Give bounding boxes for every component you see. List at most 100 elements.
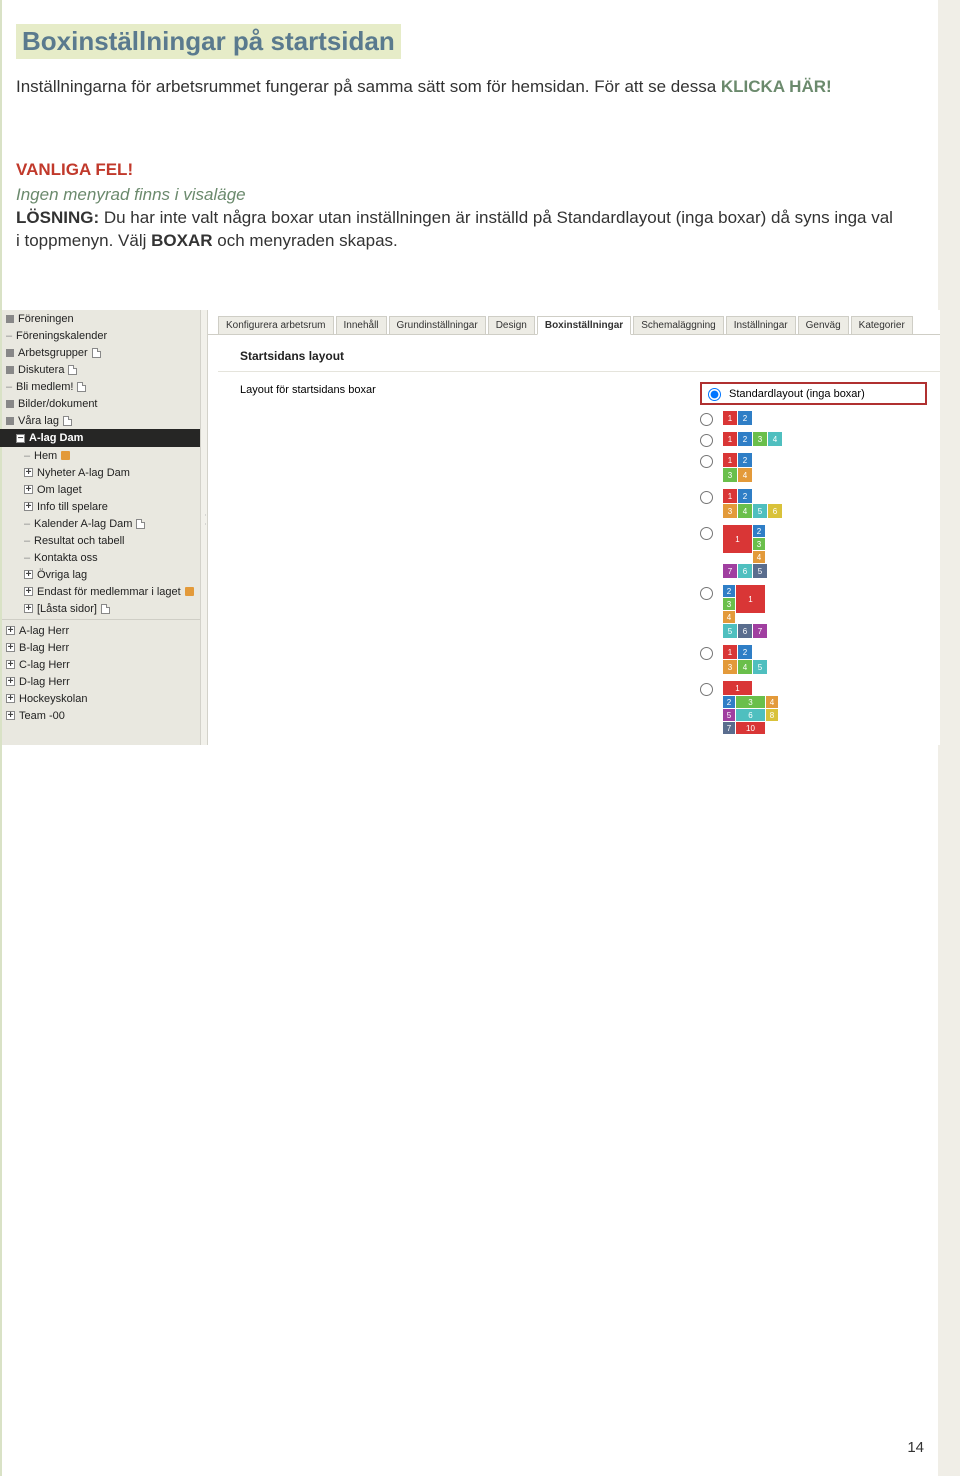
sidebar-item[interactable]: Arbetsgrupper: [2, 344, 200, 361]
layout-option-standard[interactable]: Standardlayout (inga boxar): [700, 382, 927, 405]
tab-grundinställningar[interactable]: Grundinställningar: [389, 316, 486, 335]
sidebar-item-label: Team -00: [19, 710, 65, 722]
expand-icon[interactable]: +: [24, 570, 33, 579]
sidebar-item[interactable]: + Endast för medlemmar i laget: [2, 583, 200, 600]
losning-text-2: och menyraden skapas.: [213, 231, 398, 250]
expand-icon[interactable]: +: [24, 485, 33, 494]
tab-schemaläggning[interactable]: Schemaläggning: [633, 316, 724, 335]
sidebar-item-label: [Låsta sidor]: [37, 603, 97, 615]
content-area: Konfigurera arbetsrumInnehållGrundinstäl…: [208, 310, 940, 745]
sidebar-item[interactable]: Bilder/dokument: [2, 395, 200, 412]
layout-preview-3: 12 34: [723, 453, 752, 483]
layout-preview-2: 1234: [723, 432, 782, 447]
sidebar-item[interactable]: +Hockeyskolan: [2, 690, 200, 707]
layout-option-1[interactable]: 12: [700, 411, 927, 426]
sidebar-item-label: Bli medlem!: [16, 381, 73, 393]
radio-layout-2[interactable]: [700, 434, 713, 447]
radio-layout-8[interactable]: [700, 683, 713, 696]
split-divider[interactable]: ⋮⋮: [200, 310, 208, 745]
tab-innehåll[interactable]: Innehåll: [336, 316, 387, 335]
klicka-link[interactable]: KLICKA HÄR!: [721, 77, 832, 96]
sidebar-item-label: Hem: [34, 450, 57, 462]
sidebar-item[interactable]: –Kalender A-lag Dam: [2, 515, 200, 532]
tab-konfigurera-arbetsrum[interactable]: Konfigurera arbetsrum: [218, 316, 334, 335]
intro-text: Inställningarna för arbetsrummet fungera…: [16, 77, 721, 96]
sidebar-item[interactable]: Våra lag: [2, 412, 200, 429]
layout-option-6[interactable]: 234 1 567: [700, 585, 927, 639]
sidebar-item[interactable]: +Info till spelare: [2, 498, 200, 515]
tab-inställningar[interactable]: Inställningar: [726, 316, 796, 335]
sidebar-item[interactable]: +Övriga lag: [2, 566, 200, 583]
sidebar-item[interactable]: –Resultat och tabell: [2, 532, 200, 549]
flag-icon: [185, 587, 194, 596]
radio-layout-3[interactable]: [700, 455, 713, 468]
sidebar-item[interactable]: + B-lag Herr: [2, 639, 200, 656]
document-icon: [77, 382, 86, 392]
radio-layout-5[interactable]: [700, 527, 713, 540]
sidebar-item-label: B-lag Herr: [19, 642, 69, 654]
expand-icon[interactable]: +: [6, 677, 15, 686]
losning-label: LÖSNING:: [16, 208, 104, 227]
layout-option-8[interactable]: 1 234 568 710: [700, 681, 927, 735]
layout-option-5[interactable]: 1 234 765: [700, 525, 927, 579]
sidebar-item[interactable]: –Hem: [2, 447, 200, 464]
expand-icon[interactable]: +: [6, 626, 15, 635]
sidebar-item[interactable]: Diskutera: [2, 361, 200, 378]
sidebar-item[interactable]: + [Låsta sidor]: [2, 600, 200, 617]
layout-options: Standardlayout (inga boxar) 12 1234: [700, 382, 927, 735]
expand-icon[interactable]: +: [24, 502, 33, 511]
layout-option-7[interactable]: 12 345: [700, 645, 927, 675]
radio-layout-4[interactable]: [700, 491, 713, 504]
sidebar-item[interactable]: Föreningen: [2, 310, 200, 327]
sidebar-item[interactable]: –Bli medlem!: [2, 378, 200, 395]
sidebar-item[interactable]: –Föreningskalender: [2, 327, 200, 344]
expand-icon[interactable]: +: [6, 643, 15, 652]
tab-design[interactable]: Design: [488, 316, 535, 335]
bullet-icon: [6, 417, 14, 425]
sidebar-item-selected[interactable]: −A-lag Dam: [0, 429, 200, 447]
bullet-icon: [6, 400, 14, 408]
radio-standard[interactable]: [708, 388, 721, 401]
sidebar-item-label: Kalender A-lag Dam: [34, 518, 132, 530]
sidebar-item[interactable]: +Nyheter A-lag Dam: [2, 464, 200, 481]
sidebar-item-label: Endast för medlemmar i laget: [37, 586, 181, 598]
bullet-icon: [6, 315, 14, 323]
sidebar-item[interactable]: +A-lag Herr: [2, 622, 200, 639]
tab-genväg[interactable]: Genväg: [798, 316, 849, 335]
layout-option-4[interactable]: 12 3456: [700, 489, 927, 519]
radio-layout-6[interactable]: [700, 587, 713, 600]
form-label: Layout för startsidans boxar: [240, 382, 520, 735]
layout-preview-8: 1 234 568 710: [723, 681, 778, 735]
sidebar-item[interactable]: –Kontakta oss: [2, 549, 200, 566]
layout-option-2[interactable]: 1234: [700, 432, 927, 447]
expand-icon[interactable]: +: [6, 660, 15, 669]
radio-layout-7[interactable]: [700, 647, 713, 660]
document-icon: [68, 365, 77, 375]
expand-icon[interactable]: +: [6, 711, 15, 720]
expand-icon[interactable]: +: [24, 604, 33, 613]
document-page: Boxinställningar på startsidan Inställni…: [0, 0, 960, 1476]
expand-icon[interactable]: +: [24, 587, 33, 596]
sidebar-item[interactable]: +C-lag Herr: [2, 656, 200, 673]
layout-form-row: Layout för startsidans boxar Standardlay…: [208, 382, 940, 735]
sidebar-item[interactable]: +Om laget: [2, 481, 200, 498]
sidebar-item-label: Föreningen: [18, 313, 74, 325]
expand-icon[interactable]: +: [24, 468, 33, 477]
sidebar-item-label: Föreningskalender: [16, 330, 107, 342]
page-heading: Boxinställningar på startsidan: [16, 24, 401, 59]
losning-paragraph: Ingen menyrad finns i visaläge LÖSNING: …: [16, 184, 896, 253]
layout-preview-6: 234 1 567: [723, 585, 767, 639]
dash-icon: –: [6, 330, 12, 342]
document-icon: [92, 348, 101, 358]
collapse-icon[interactable]: −: [16, 434, 25, 443]
sidebar-item-label: Resultat och tabell: [34, 535, 125, 547]
radio-layout-1[interactable]: [700, 413, 713, 426]
layout-option-3[interactable]: 12 34: [700, 453, 927, 483]
sidebar-item[interactable]: + Team -00: [2, 707, 200, 724]
sidebar-item-label: Diskutera: [18, 364, 64, 376]
expand-icon[interactable]: +: [6, 694, 15, 703]
tab-kategorier[interactable]: Kategorier: [851, 316, 913, 335]
sidebar-item[interactable]: +D-lag Herr: [2, 673, 200, 690]
tab-boxinställningar[interactable]: Boxinställningar: [537, 316, 631, 335]
sidebar-tree[interactable]: Föreningen–FöreningskalenderArbetsgruppe…: [2, 310, 200, 745]
